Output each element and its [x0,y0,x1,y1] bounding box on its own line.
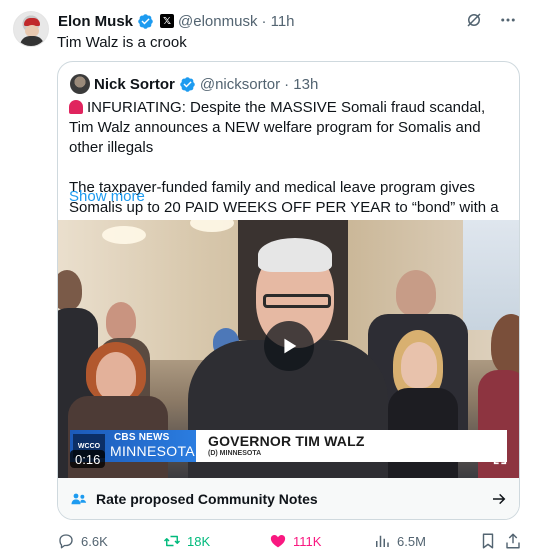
quote-author-name[interactable]: Nick Sortor [94,76,175,93]
community-notes-label[interactable]: Rate proposed Community Notes [96,491,318,507]
like-count: 111K [293,533,322,549]
bookmark-button[interactable] [479,532,497,550]
play-button[interactable] [264,321,314,371]
repost-icon [163,535,181,547]
verified-badge-icon [138,13,153,29]
play-icon [284,338,297,354]
reply-button[interactable]: 6.6K [57,532,108,550]
video-chyron: WCCO CBS NEWS MINNESOTA GOVERNOR TIM WAL… [70,430,507,462]
views-button[interactable]: 6.5M [373,532,426,550]
quote-avatar[interactable] [70,74,90,94]
expand-icon[interactable] [490,448,510,468]
bookmark-icon [482,533,494,549]
quote-author-handle[interactable]: @nicksortor [200,76,280,93]
network-line-2: MINNESOTA [110,443,195,459]
repost-button[interactable]: 18K [163,532,210,550]
verified-badge-icon [180,76,195,92]
community-notes-bar[interactable]: Rate proposed Community Notes [58,478,519,519]
author-name[interactable]: Elon Musk [58,13,133,30]
like-button[interactable]: 111K [269,532,321,550]
siren-icon [69,100,83,114]
reply-icon [59,534,73,549]
chyron-subtitle: (D) MINNESOTA [208,450,262,457]
share-icon [506,533,520,549]
show-more-link[interactable]: Show more [69,188,145,205]
more-icon[interactable] [498,10,518,30]
arrow-right-icon[interactable] [491,491,507,507]
community-notes-icon [71,493,87,505]
quote-header: Nick Sortor @nicksortor · 13h [70,74,318,94]
author-handle[interactable]: @elonmusk [178,13,257,30]
grok-icon[interactable] [464,10,484,30]
quote-time[interactable]: · 13h [284,76,318,93]
views-icon [376,535,389,547]
repost-count: 18K [187,533,211,549]
action-bar: 6.6K 18K 111K 6.5M [57,531,522,551]
share-button[interactable] [504,532,522,550]
chyron-title: GOVERNOR TIM WALZ [208,433,365,449]
reply-count: 6.6K [81,533,108,549]
tweet-text: Tim Walz is a crook [57,34,187,51]
avatar[interactable] [13,11,49,47]
tweet-header: Elon Musk 𝕏 @elonmusk · 11h [58,11,295,31]
x-affiliate-icon: 𝕏 [160,14,175,28]
quote-paragraph-1: INFURIATING: Despite the MASSIVE Somali … [69,99,486,156]
video-player[interactable]: WCCO CBS NEWS MINNESOTA GOVERNOR TIM WAL… [58,220,519,478]
like-icon [270,535,286,548]
quoted-tweet[interactable]: Nick Sortor @nicksortor · 13h INFURIATIN… [57,61,520,520]
views-count: 6.5M [397,533,426,549]
tweet[interactable]: Elon Musk 𝕏 @elonmusk · 11h Tim Walz is … [0,0,534,559]
video-duration: 0:16 [70,450,106,468]
network-line-1: CBS NEWS [114,432,170,443]
top-actions [464,10,518,30]
quote-text: INFURIATING: Despite the MASSIVE Somali … [69,98,509,238]
tweet-time[interactable]: · 11h [261,13,294,30]
